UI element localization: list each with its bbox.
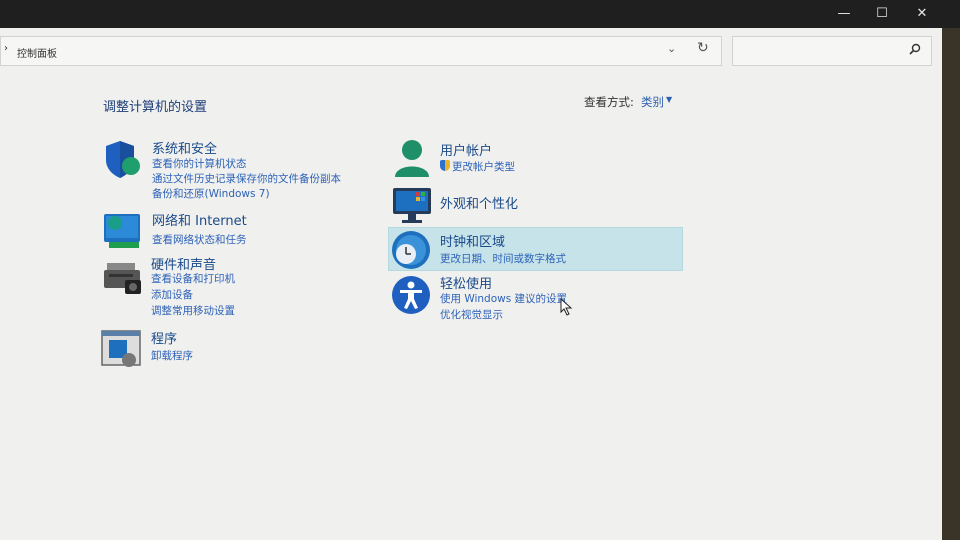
category-title[interactable]: 外观和个性化 xyxy=(440,193,518,212)
category-title[interactable]: 时钟和区域 xyxy=(440,231,505,250)
link[interactable]: 卸载程序 xyxy=(151,348,193,363)
address-bar[interactable]: › 控制面板 ⌄ ↻ xyxy=(0,36,722,66)
search-icon[interactable] xyxy=(909,43,921,58)
search-input[interactable] xyxy=(732,36,932,66)
link[interactable]: 通过文件历史记录保存你的文件备份副本 xyxy=(152,171,341,186)
link[interactable]: 添加设备 xyxy=(151,287,193,302)
uac-shield-icon xyxy=(440,160,450,171)
link[interactable]: 使用 Windows 建议的设置 xyxy=(440,291,567,306)
category-title[interactable]: 轻松使用 xyxy=(440,273,492,292)
user-icon[interactable] xyxy=(392,139,432,179)
page-title: 调整计算机的设置 xyxy=(103,100,208,115)
link[interactable]: 更改帐户类型 xyxy=(440,159,515,174)
link[interactable]: 备份和还原(Windows 7) xyxy=(152,186,270,201)
printer-icon[interactable] xyxy=(103,260,143,300)
link[interactable]: 更改日期、时间或数字格式 xyxy=(440,251,566,266)
link[interactable]: 查看你的计算机状态 xyxy=(152,156,247,171)
category-title[interactable]: 网络和 Internet xyxy=(152,210,247,229)
minimize-button[interactable]: — xyxy=(826,3,862,23)
view-by-dropdown[interactable]: 类别 xyxy=(641,94,664,110)
shield-icon[interactable] xyxy=(103,140,143,180)
background-strip xyxy=(942,28,960,540)
chevron-right-icon[interactable]: › xyxy=(4,43,8,54)
breadcrumb[interactable]: 控制面板 xyxy=(17,45,57,60)
refresh-icon[interactable]: ↻ xyxy=(697,40,709,56)
link-label[interactable]: 更改帐户类型 xyxy=(452,161,515,173)
accessibility-icon[interactable] xyxy=(391,275,431,315)
chevron-down-icon[interactable]: ⌄ xyxy=(667,42,676,55)
title-bar: — ☐ ✕ xyxy=(0,0,960,28)
monitor-icon[interactable] xyxy=(392,185,432,225)
maximize-button[interactable]: ☐ xyxy=(864,3,900,23)
control-panel-window: › 控制面板 ⌄ ↻ 调整计算机的设置 查看方式: 类别 ▼ 系统和安全 查看你… xyxy=(0,28,942,540)
category-title[interactable]: 系统和安全 xyxy=(152,138,217,157)
clock-icon[interactable] xyxy=(391,230,431,270)
view-by-label: 查看方式: xyxy=(584,95,634,109)
link[interactable]: 优化视觉显示 xyxy=(440,307,503,322)
programs-icon[interactable] xyxy=(101,330,141,370)
network-icon[interactable] xyxy=(103,212,143,252)
category-title[interactable]: 用户帐户 xyxy=(440,140,492,159)
chevron-down-icon[interactable]: ▼ xyxy=(666,95,672,104)
close-button[interactable]: ✕ xyxy=(904,3,940,23)
category-title[interactable]: 程序 xyxy=(151,328,177,347)
link[interactable]: 查看网络状态和任务 xyxy=(152,232,247,247)
link[interactable]: 查看设备和打印机 xyxy=(151,271,235,286)
link[interactable]: 调整常用移动设置 xyxy=(151,303,235,318)
